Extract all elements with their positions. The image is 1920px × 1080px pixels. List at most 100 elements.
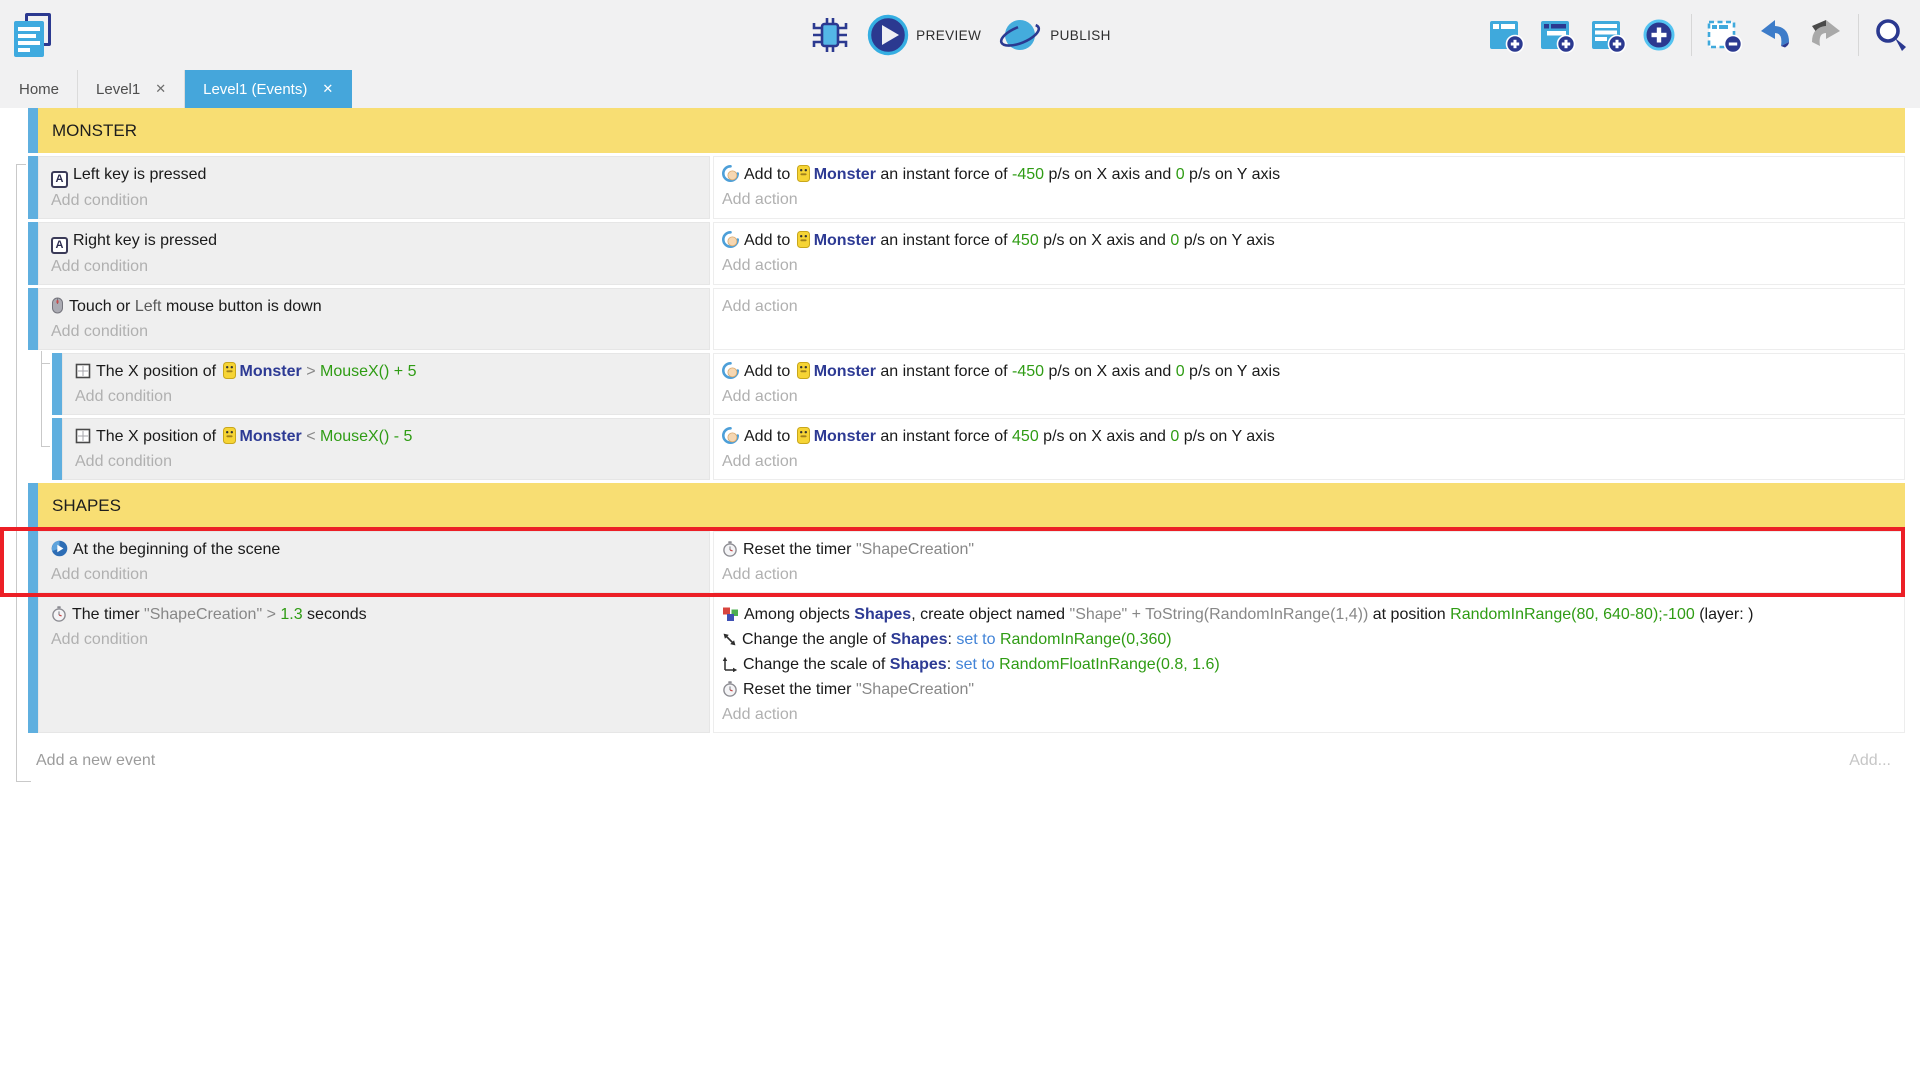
actions-cell[interactable]: Among objects Shapes, create object name… bbox=[713, 596, 1905, 733]
delete-selection-icon bbox=[1705, 16, 1743, 54]
event-row[interactable]: The X position of Monster > MouseX() + 5… bbox=[0, 353, 1905, 415]
project-manager-button[interactable] bbox=[10, 11, 56, 59]
condition[interactable]: The X position of Monster < MouseX() - 5 bbox=[75, 424, 699, 449]
condition[interactable]: ALeft key is pressed bbox=[51, 162, 699, 188]
expression: MouseX() - 5 bbox=[320, 428, 412, 445]
monster-thumbnail bbox=[797, 362, 810, 379]
keyboard-icon: A bbox=[51, 171, 68, 188]
timer-icon bbox=[722, 681, 738, 697]
add-condition-link[interactable]: Add condition bbox=[75, 384, 699, 409]
mouse-icon bbox=[51, 297, 64, 314]
actions-cell[interactable]: Add to Monster an instant force of 450 p… bbox=[713, 222, 1905, 285]
actions-cell[interactable]: Reset the timer "ShapeCreation"Add actio… bbox=[713, 531, 1905, 593]
undo-button[interactable] bbox=[1756, 16, 1794, 54]
tab-level1-events[interactable]: Level1 (Events)✕ bbox=[185, 70, 352, 108]
debugger-button[interactable] bbox=[809, 15, 851, 55]
expression: -450 bbox=[1012, 166, 1044, 183]
search-button[interactable] bbox=[1872, 16, 1910, 54]
timer-icon bbox=[51, 606, 67, 622]
conditions-cell[interactable]: The timer "ShapeCreation" > 1.3 secondsA… bbox=[38, 596, 710, 733]
group-header[interactable]: SHAPES bbox=[38, 483, 1905, 528]
tab-label: Home bbox=[19, 81, 59, 98]
app-toolbar: PREVIEW PUBLISH bbox=[0, 0, 1920, 70]
tab-close-icon[interactable]: ✕ bbox=[322, 81, 333, 97]
add-condition-link[interactable]: Add condition bbox=[51, 319, 699, 344]
add-comment-button[interactable] bbox=[1589, 16, 1627, 54]
object-name: Shapes bbox=[891, 631, 948, 648]
add-condition-link[interactable]: Add condition bbox=[51, 188, 699, 213]
conditions-cell[interactable]: At the beginning of the sceneAdd conditi… bbox=[38, 531, 710, 593]
condition[interactable]: The X position of Monster > MouseX() + 5 bbox=[75, 359, 699, 384]
action[interactable]: Add to Monster an instant force of -450 … bbox=[722, 359, 1894, 384]
condition[interactable]: Touch or Left mouse button is down bbox=[51, 294, 699, 319]
action[interactable]: Reset the timer "ShapeCreation" bbox=[722, 677, 1894, 702]
action[interactable]: Change the scale of Shapes: set to Rando… bbox=[722, 652, 1894, 677]
tree-line bbox=[16, 781, 31, 782]
add-action-link[interactable]: Add action bbox=[722, 449, 1894, 474]
add-action-link[interactable]: Add action bbox=[722, 702, 1894, 727]
preview-label: PREVIEW bbox=[916, 28, 981, 43]
add-more-link[interactable]: Add... bbox=[1849, 752, 1891, 770]
actions-cell[interactable]: Add to Monster an instant force of 450 p… bbox=[713, 418, 1905, 480]
actions-cell[interactable]: Add action bbox=[713, 288, 1905, 350]
action[interactable]: Add to Monster an instant force of -450 … bbox=[722, 162, 1894, 187]
conditions-cell[interactable]: ALeft key is pressedAdd condition bbox=[38, 156, 710, 219]
add-action-link[interactable]: Add action bbox=[722, 294, 1894, 319]
actions-cell[interactable]: Add to Monster an instant force of -450 … bbox=[713, 353, 1905, 415]
redo-button[interactable] bbox=[1807, 16, 1845, 54]
conditions-cell[interactable]: ARight key is pressedAdd condition bbox=[38, 222, 710, 285]
force-icon bbox=[722, 231, 739, 248]
add-condition-link[interactable]: Add condition bbox=[51, 562, 699, 587]
condition[interactable]: At the beginning of the scene bbox=[51, 537, 699, 562]
action[interactable]: Change the angle of Shapes: set to Rando… bbox=[722, 627, 1894, 652]
object-reference: Monster bbox=[221, 363, 302, 380]
event-row[interactable]: ARight key is pressedAdd condition Add to… bbox=[0, 222, 1905, 285]
action[interactable]: Add to Monster an instant force of 450 p… bbox=[722, 424, 1894, 449]
conditions-cell[interactable]: The X position of Monster > MouseX() + 5… bbox=[62, 353, 710, 415]
add-condition-link[interactable]: Add condition bbox=[75, 449, 699, 474]
event-row[interactable]: At the beginning of the sceneAdd conditi… bbox=[0, 531, 1905, 593]
action[interactable]: Among objects Shapes, create object name… bbox=[722, 602, 1894, 627]
action[interactable]: Add to Monster an instant force of 450 p… bbox=[722, 228, 1894, 253]
add-new-button[interactable] bbox=[1640, 16, 1678, 54]
object-name: Shapes bbox=[854, 606, 911, 623]
event-row[interactable]: ALeft key is pressedAdd condition Add to … bbox=[0, 156, 1905, 219]
conditions-cell[interactable]: Touch or Left mouse button is downAdd co… bbox=[38, 288, 710, 350]
publish-button[interactable]: PUBLISH bbox=[997, 14, 1111, 56]
delete-selection-button[interactable] bbox=[1705, 16, 1743, 54]
expression: RandomInRange(0,360) bbox=[1000, 631, 1172, 648]
tab-home[interactable]: Home bbox=[0, 70, 78, 108]
add-subevent-icon bbox=[1538, 16, 1576, 54]
actions-cell[interactable]: Add to Monster an instant force of -450 … bbox=[713, 156, 1905, 219]
event-row[interactable]: Touch or Left mouse button is downAdd co… bbox=[0, 288, 1905, 350]
tab-close-icon[interactable]: ✕ bbox=[155, 81, 166, 97]
group-row[interactable]: SHAPES bbox=[0, 483, 1905, 528]
add-action-link[interactable]: Add action bbox=[722, 562, 1894, 587]
add-subevent-button[interactable] bbox=[1538, 16, 1576, 54]
add-condition-link[interactable]: Add condition bbox=[51, 627, 699, 652]
add-action-link[interactable]: Add action bbox=[722, 384, 1894, 409]
expression: -450 bbox=[1012, 363, 1044, 380]
add-event-button[interactable] bbox=[1487, 16, 1525, 54]
preview-button[interactable]: PREVIEW bbox=[867, 14, 981, 56]
object-reference: Monster bbox=[795, 232, 876, 249]
group-header[interactable]: MONSTER bbox=[38, 108, 1905, 153]
events-toolbar bbox=[1487, 0, 1910, 70]
event-row[interactable]: The timer "ShapeCreation" > 1.3 secondsA… bbox=[0, 596, 1905, 733]
expression: 1.3 bbox=[280, 606, 302, 623]
group-row[interactable]: MONSTER bbox=[0, 108, 1905, 153]
condition[interactable]: ARight key is pressed bbox=[51, 228, 699, 254]
event-row[interactable]: The X position of Monster < MouseX() - 5… bbox=[0, 418, 1905, 480]
expression: 450 bbox=[1012, 428, 1039, 445]
debugger-bug-icon bbox=[809, 15, 851, 55]
condition[interactable]: The timer "ShapeCreation" > 1.3 seconds bbox=[51, 602, 699, 627]
add-condition-link[interactable]: Add condition bbox=[51, 254, 699, 279]
add-new-event-link[interactable]: Add a new event bbox=[36, 752, 155, 770]
position-icon bbox=[75, 363, 91, 379]
action[interactable]: Reset the timer "ShapeCreation" bbox=[722, 537, 1894, 562]
conditions-cell[interactable]: The X position of Monster < MouseX() - 5… bbox=[62, 418, 710, 480]
tab-level1[interactable]: Level1✕ bbox=[78, 70, 185, 108]
event-color-bar bbox=[28, 108, 38, 153]
add-action-link[interactable]: Add action bbox=[722, 187, 1894, 212]
add-action-link[interactable]: Add action bbox=[722, 253, 1894, 278]
